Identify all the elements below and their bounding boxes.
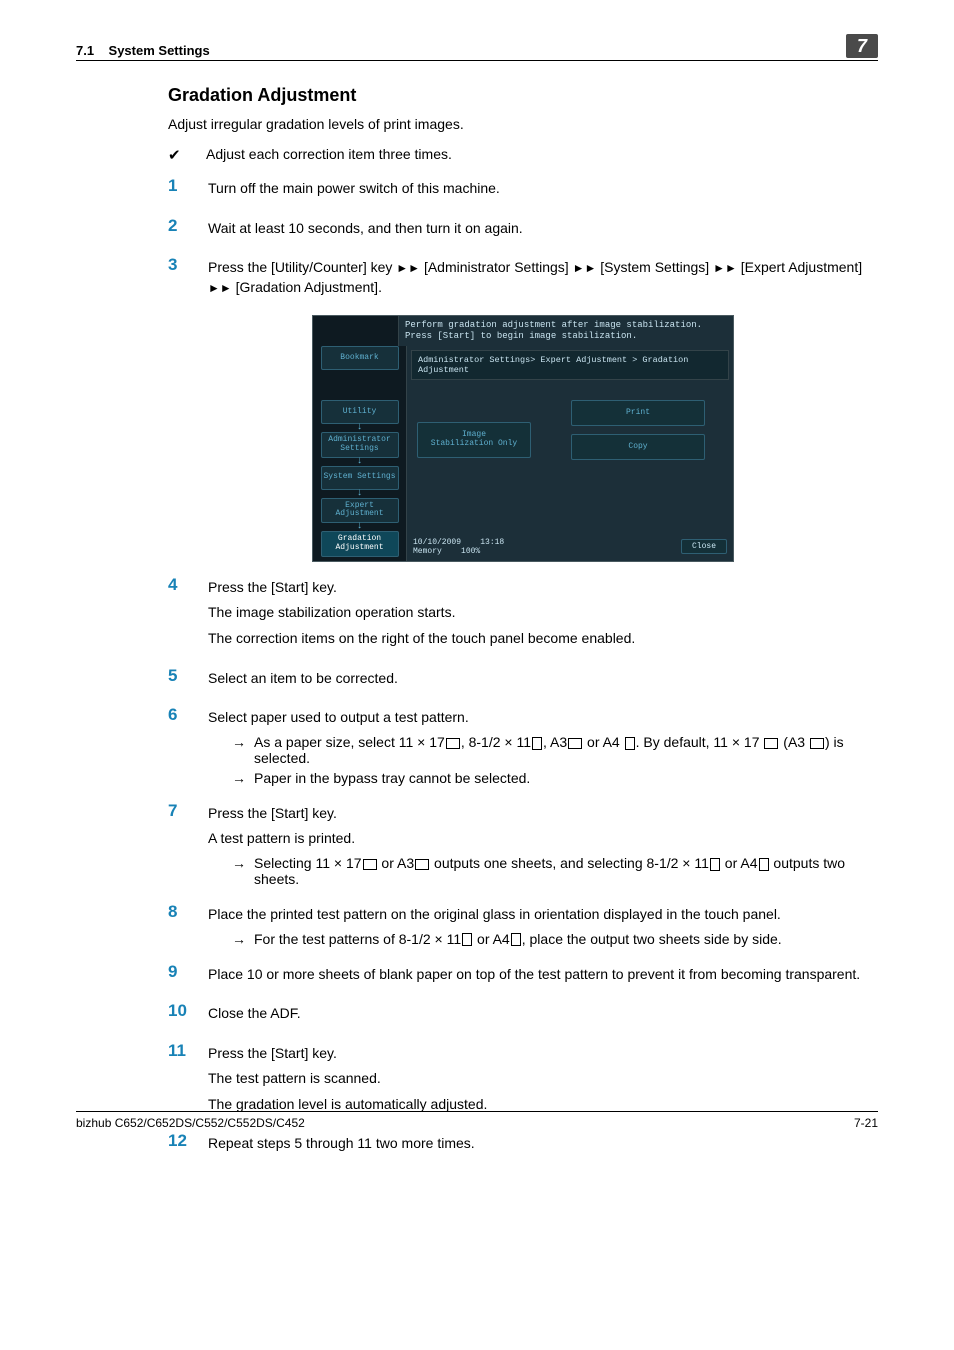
- step-text: Place the printed test pattern on the or…: [208, 905, 878, 925]
- footer-page-number: 7-21: [854, 1116, 878, 1130]
- arrow-icon: →: [232, 770, 246, 786]
- step-number: 2: [168, 217, 192, 236]
- check-note-text: Adjust each correction item three times.: [194, 146, 878, 162]
- step-number: 3: [168, 256, 192, 275]
- step-5: 5 Select an item to be corrected.: [168, 667, 878, 695]
- section-number: 7.1: [76, 43, 94, 58]
- step-number: 9: [168, 963, 192, 982]
- step-11: 11 Press the [Start] key. The test patte…: [168, 1042, 878, 1121]
- sub-text: Paper in the bypass tray cannot be selec…: [254, 770, 530, 786]
- step-9: 9 Place 10 or more sheets of blank paper…: [168, 963, 878, 991]
- tp-sidebar-expert-adjustment[interactable]: Expert Adjustment: [321, 498, 399, 524]
- step-number: 10: [168, 1002, 192, 1021]
- tp-memory-label: Memory: [413, 547, 442, 556]
- nav-arrow-icon: ►►: [713, 261, 737, 275]
- tp-breadcrumb: Administrator Settings> Expert Adjustmen…: [411, 350, 729, 380]
- tp-copy-button[interactable]: Copy: [571, 434, 705, 460]
- arrow-icon: →: [232, 855, 246, 871]
- step-text: Select paper used to output a test patte…: [208, 708, 878, 728]
- chapter-badge: 7: [846, 34, 878, 58]
- step-number: 8: [168, 903, 192, 922]
- step-text: Place 10 or more sheets of blank paper o…: [208, 965, 878, 985]
- step-number: 1: [168, 177, 192, 196]
- tp-image-stabilization-button[interactable]: Image Stabilization Only: [417, 422, 531, 458]
- step-text: A test pattern is printed.: [208, 829, 878, 849]
- step-3: 3 Press the [Utility/Counter] key ►► [Ad…: [168, 256, 878, 303]
- intro-text: Adjust irregular gradation levels of pri…: [168, 116, 878, 132]
- touchpanel: Perform gradation adjustment after image…: [312, 315, 734, 561]
- footer-model: bizhub C652/C652DS/C552/C552DS/C452: [76, 1116, 305, 1130]
- arrow-icon: →: [232, 734, 246, 750]
- sub-text: Selecting 11 × 17 or A3 outputs one shee…: [254, 855, 878, 887]
- page-header: 7.1 System Settings 7: [76, 34, 878, 61]
- step-number: 7: [168, 802, 192, 821]
- nav-part: [Administrator Settings]: [424, 259, 569, 275]
- step-number: 4: [168, 576, 192, 595]
- tp-status-bar: Perform gradation adjustment after image…: [313, 316, 733, 346]
- checkmark-icon: ✔: [168, 146, 186, 163]
- step-text: The test pattern is scanned.: [208, 1069, 878, 1089]
- tp-footer-info: 10/10/2009 13:18 Memory 100%: [413, 538, 504, 556]
- step-text: Press the [Start] key.: [208, 578, 878, 598]
- chapter-number: 7: [857, 36, 867, 57]
- step-10: 10 Close the ADF.: [168, 1002, 878, 1030]
- header-section-label: 7.1 System Settings: [76, 43, 210, 58]
- nav-arrow-icon: ►►: [573, 261, 597, 275]
- step-number: 11: [168, 1042, 192, 1061]
- step-text: The image stabilization operation starts…: [208, 603, 878, 623]
- step-7: 7 Press the [Start] key. A test pattern …: [168, 802, 878, 891]
- step-number: 5: [168, 667, 192, 686]
- nav-part: [System Settings]: [600, 259, 709, 275]
- page-footer: bizhub C652/C652DS/C552/C552DS/C452 7-21: [76, 1111, 878, 1130]
- step-8: 8 Place the printed test pattern on the …: [168, 903, 878, 951]
- sub-text: For the test patterns of 8-1/2 × 11 or A…: [254, 931, 782, 947]
- tp-sidebar-gradation-adjustment[interactable]: Gradation Adjustment: [321, 531, 399, 557]
- nav-part: [Gradation Adjustment].: [236, 279, 382, 295]
- step-text: Press the [Start] key.: [208, 1044, 878, 1064]
- tp-bookmark-button[interactable]: Bookmark: [321, 346, 399, 370]
- tp-sidebar: Bookmark Utility ↓ Administrator Setting…: [313, 346, 407, 561]
- nav-arrow-icon: ►►: [396, 261, 420, 275]
- step-text: Wait at least 10 seconds, and then turn …: [208, 219, 878, 239]
- sub-text: As a paper size, select 11 × 17, 8-1/2 ×…: [254, 734, 878, 766]
- tp-close-button[interactable]: Close: [681, 539, 727, 554]
- tp-status-line2: Press [Start] to begin image stabilizati…: [405, 331, 727, 342]
- tp-sidebar-admin-settings[interactable]: Administrator Settings: [321, 432, 399, 458]
- step-1: 1 Turn off the main power switch of this…: [168, 177, 878, 205]
- nav-prefix: Press the [Utility/Counter] key: [208, 259, 396, 275]
- step-text: Turn off the main power switch of this m…: [208, 179, 878, 199]
- step-text: Repeat steps 5 through 11 two more times…: [208, 1134, 878, 1154]
- step-text: The correction items on the right of the…: [208, 629, 878, 649]
- tp-date: 10/10/2009: [413, 538, 461, 547]
- tp-time: 13:18: [480, 538, 504, 547]
- arrow-icon: →: [232, 931, 246, 947]
- step-12: 12 Repeat steps 5 through 11 two more ti…: [168, 1132, 878, 1160]
- step-text: Select an item to be corrected.: [208, 669, 878, 689]
- step-text: Close the ADF.: [208, 1004, 878, 1024]
- step-number: 12: [168, 1132, 192, 1151]
- tp-sidebar-utility[interactable]: Utility: [321, 400, 399, 424]
- tp-sidebar-system-settings[interactable]: System Settings: [321, 466, 399, 490]
- nav-arrow-icon: ►►: [208, 281, 232, 295]
- nav-part: [Expert Adjustment]: [741, 259, 862, 275]
- step-2: 2 Wait at least 10 seconds, and then tur…: [168, 217, 878, 245]
- tp-memory-value: 100%: [461, 547, 480, 556]
- step-text: Press the [Start] key.: [208, 804, 878, 824]
- step-4: 4 Press the [Start] key. The image stabi…: [168, 576, 878, 655]
- section-title: System Settings: [109, 43, 210, 58]
- check-note-row: ✔ Adjust each correction item three time…: [168, 146, 878, 163]
- tp-status-line1: Perform gradation adjustment after image…: [405, 320, 727, 331]
- touchpanel-screenshot: Perform gradation adjustment after image…: [168, 315, 878, 561]
- tp-print-button[interactable]: Print: [571, 400, 705, 426]
- step-text: Press the [Utility/Counter] key ►► [Admi…: [208, 258, 878, 297]
- step-6: 6 Select paper used to output a test pat…: [168, 706, 878, 790]
- page-title: Gradation Adjustment: [168, 85, 878, 106]
- step-number: 6: [168, 706, 192, 725]
